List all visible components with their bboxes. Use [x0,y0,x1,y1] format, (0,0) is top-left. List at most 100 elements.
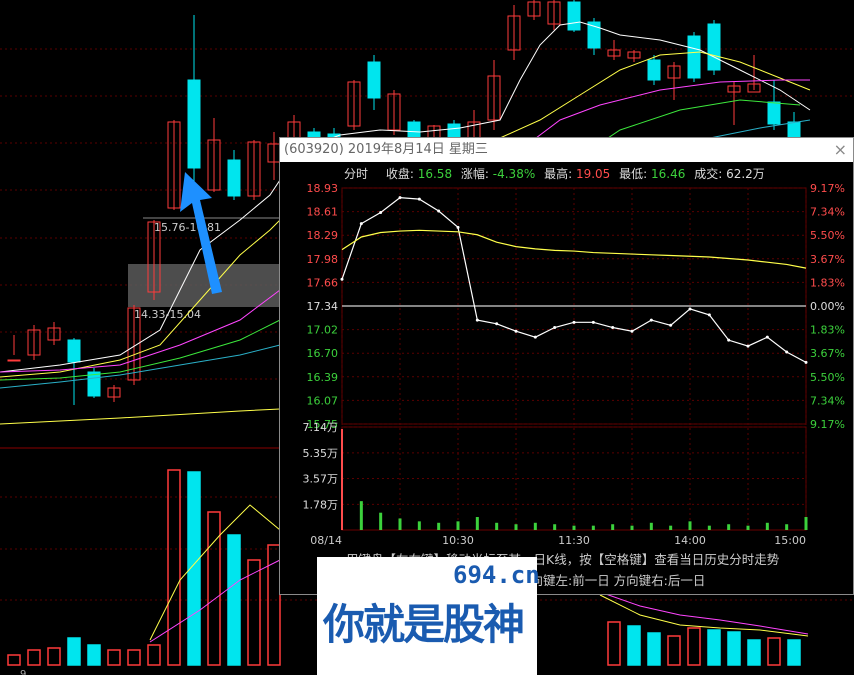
price-point [707,313,711,317]
y-tick-left: 16.70 [307,347,339,360]
intraday-chart[interactable]: 18.93 9.17% 18.61 7.34% 18.29 5.50% 17.98 3.67%… [280,184,853,564]
watermark-slogan: 你就是股神 [323,600,525,649]
y-tick-left: 16.07 [307,394,339,407]
x-tick-label: 10:30 [442,534,474,547]
kline-volume-bar [127,649,141,666]
price-point [533,335,537,339]
y-tick-right: 1.83% [810,276,845,289]
close-icon[interactable]: × [834,138,847,162]
y-tick-left: 18.93 [307,184,339,195]
price-point [649,318,653,322]
x-tick-label: 15:00 [774,534,806,547]
y-tick-right: 7.34% [810,394,845,407]
kline-volume-bar [107,649,121,666]
price-point [765,335,769,339]
kline-volume-bar [607,621,621,666]
candle-body [7,359,21,362]
kline-volume-bar [167,469,181,666]
kline-volume-bar [7,654,21,666]
kline-volume-bar [747,639,761,666]
candle-body [687,35,701,79]
candle-body [67,339,81,363]
candle-body [567,1,581,31]
high-value: 19.05 [575,167,611,181]
candle-body [767,101,781,125]
change-label: 涨幅: [460,167,489,181]
price-point [437,209,441,213]
y-tick-left: 17.66 [307,276,339,289]
kline-volume-bar [787,639,801,666]
quote-info-bar: 分时 收盘: 16.58 涨幅: -4.38% 最高: 19.05 最低: 16… [280,164,853,184]
y-tick-right: 0.00% [810,300,845,313]
close-label: 收盘: [385,167,414,181]
popup-title: (603920) 2019年8月14日 星期三 [284,142,488,157]
y-tick-left: 17.98 [307,253,339,266]
volume-label: 成交: [694,167,723,181]
kline-volume-bar [247,559,261,666]
price-point [495,322,499,326]
price-point [398,196,402,200]
price-line [341,197,807,363]
candle-body [647,59,661,81]
y-tick-left: 17.02 [307,324,339,337]
price-point [727,338,731,342]
kline-window: 15.76-16.81 14.33-15.04 9 (603920) 2019年… [0,0,854,675]
kline-volume-bar [87,644,101,666]
keyboard-hint-line2: 方向键左:前一日 方向键右:后一日 [518,573,706,588]
y-tick-right: 3.67% [810,253,845,266]
y-tick-left: 18.29 [307,229,339,242]
high-label: 最高: [544,167,573,181]
kline-volume-bar [727,631,741,666]
candle-body [227,159,241,197]
price-point [417,197,421,201]
range-upper-label: 15.76-16.81 [154,221,221,234]
kline-volume-bar [27,649,41,666]
y-tick-right: 5.50% [810,371,845,384]
kline-bottom-axis-label: 9 [20,669,26,675]
watermark-domain: 694.cn [453,561,540,589]
volume-tick: 7.14万 [303,421,339,434]
price-point [572,320,576,324]
kline-volume-bar [227,534,241,666]
price-point [456,225,460,229]
y-tick-right: 5.50% [810,229,845,242]
y-tick-right: 9.17% [810,184,845,195]
price-point [379,210,383,214]
kline-volume-bar [687,627,701,666]
y-tick-right: 3.67% [810,347,845,360]
price-point [688,307,692,311]
ma-line-long-yellow [0,408,281,425]
change-value: -4.38% [492,167,536,181]
candle-body [367,61,381,99]
candle-body [787,121,801,138]
candle-body [707,23,721,71]
price-point [746,344,750,348]
watermark-logo: 694.cn 你就是股神 [317,557,540,675]
mode-label: 分时 [344,167,369,181]
kline-volume-bar [667,635,681,666]
y-tick-right: 9.17% [810,418,845,431]
x-tick-label: 08/14 [310,534,342,547]
price-point [611,326,615,330]
kline-volume-bar [627,625,641,666]
price-point [630,329,634,333]
volume-tick: 1.78万 [303,498,339,511]
price-point [475,318,479,322]
price-point [514,329,518,333]
price-point [340,277,344,281]
popup-title-bar[interactable]: (603920) 2019年8月14日 星期三 × [280,138,853,162]
x-tick-label: 14:00 [674,534,706,547]
y-tick-right: 7.34% [810,206,845,219]
kline-volume-bar [707,629,721,666]
kline-volume-bar [207,511,221,666]
price-point [785,350,789,354]
y-tick-left: 18.61 [307,206,339,219]
kline-volume-bar [767,637,781,666]
kline-volume-bar [147,644,161,666]
price-point [553,326,557,330]
intraday-history-popup[interactable]: (603920) 2019年8月14日 星期三 × 分时 收盘: 16.58 涨… [279,137,854,595]
y-tick-right: 1.83% [810,324,845,337]
range-highlight-box [128,264,280,307]
low-value: 16.46 [651,167,686,181]
y-tick-left: 17.34 [307,300,339,313]
